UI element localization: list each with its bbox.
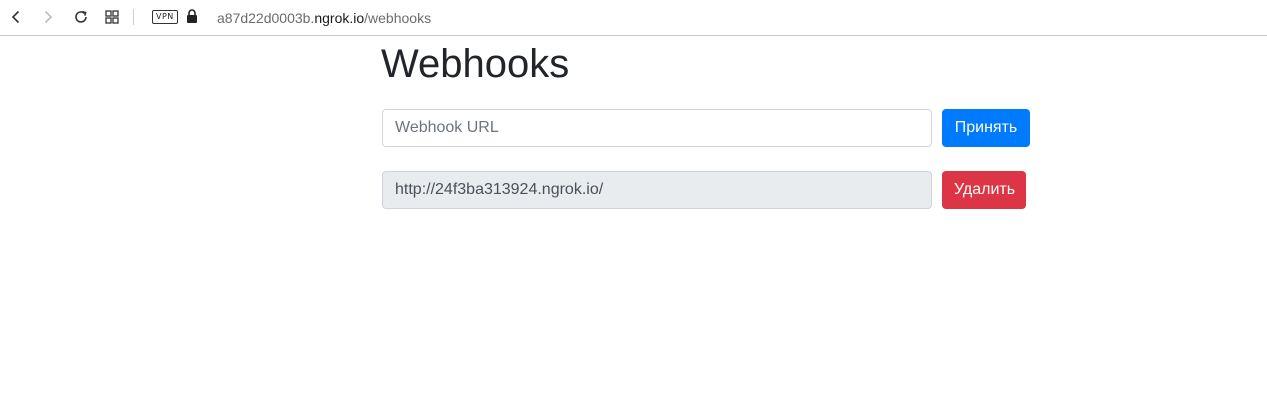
url-path: /webhooks [364, 10, 432, 26]
accept-button[interactable]: Принять [942, 109, 1030, 147]
back-arrow-icon[interactable] [6, 7, 26, 27]
forward-arrow-icon[interactable] [38, 7, 58, 27]
url-subdomain: a87d22d0003b. [217, 10, 315, 26]
tab-grid-icon[interactable] [102, 7, 122, 27]
toolbar-divider [133, 9, 134, 25]
address-bar[interactable]: a87d22d0003b.ngrok.io/webhooks [217, 9, 431, 27]
delete-webhook-button[interactable]: Удалить [942, 171, 1026, 209]
webhook-url-input[interactable] [382, 109, 932, 147]
url-host: ngrok.io [314, 10, 365, 26]
lock-icon[interactable] [186, 9, 198, 29]
webhook-url-field: http://24f3ba313924.ngrok.io/ [382, 171, 932, 209]
reload-icon[interactable] [71, 7, 91, 27]
browser-toolbar: VPN a87d22d0003b.ngrok.io/webhooks [0, 0, 1267, 36]
vpn-badge[interactable]: VPN [152, 10, 178, 24]
page-title: Webhooks [381, 42, 570, 86]
